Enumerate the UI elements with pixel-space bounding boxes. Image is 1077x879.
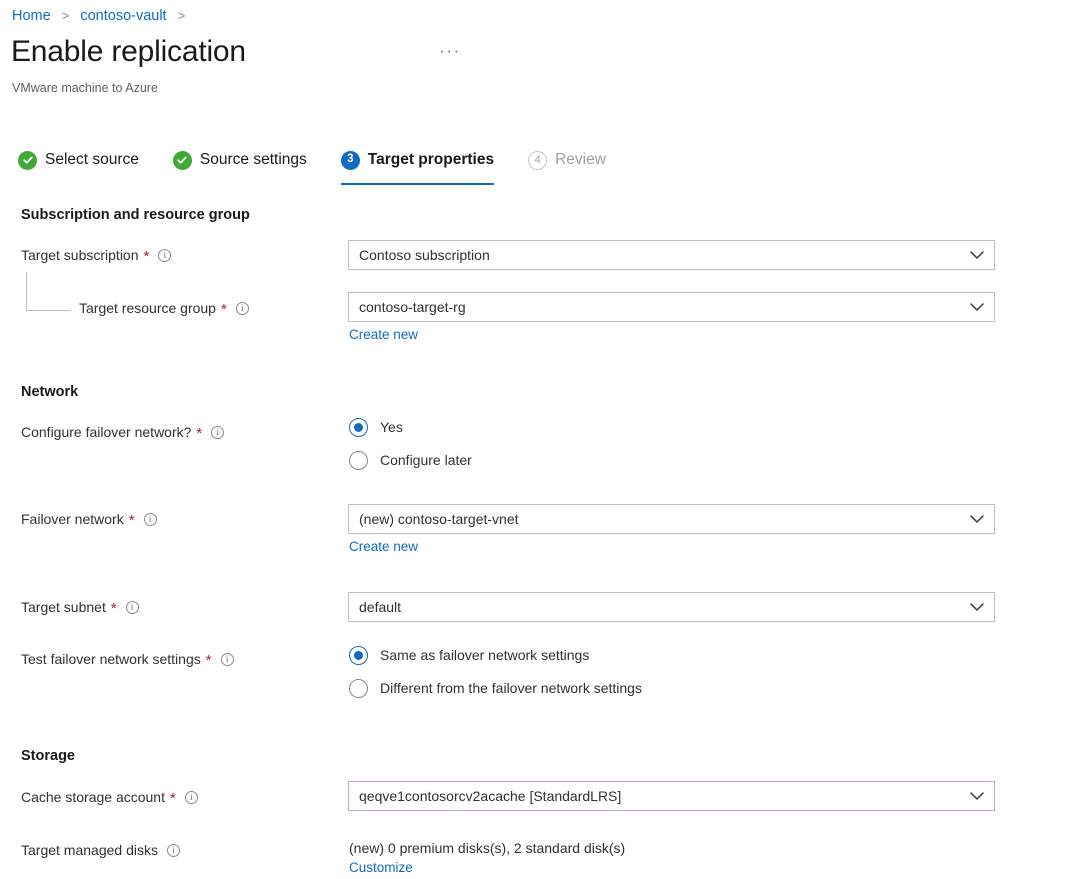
section-heading-network: Network	[21, 382, 78, 402]
radio-configure-failover-network-later[interactable]: Configure later	[349, 450, 472, 470]
radio-indicator-selected	[349, 646, 368, 665]
info-icon[interactable]	[221, 653, 234, 666]
radio-label: Yes	[380, 417, 403, 437]
required-asterisk: *	[144, 251, 150, 263]
radio-indicator-selected	[349, 418, 368, 437]
wizard-step-label: Review	[555, 150, 606, 170]
target-managed-disks-value: (new) 0 premium disks(s), 2 standard dis…	[349, 838, 625, 858]
cache-storage-account-value: qeqve1contosorcv2acache [StandardLRS]	[349, 786, 960, 806]
info-icon[interactable]	[158, 249, 171, 262]
required-asterisk: *	[196, 428, 202, 440]
label-cache-storage-account: Cache storage account *	[21, 787, 198, 807]
label-text: Target managed disks	[21, 840, 158, 860]
label-target-resource-group: Target resource group *	[79, 298, 249, 318]
wizard-step-label: Source settings	[200, 150, 307, 170]
info-icon[interactable]	[236, 302, 249, 315]
label-test-failover-network-settings: Test failover network settings *	[21, 649, 234, 669]
target-resource-group-dropdown[interactable]: contoso-target-rg	[348, 292, 995, 322]
label-text: Target subnet	[21, 597, 106, 617]
target-subnet-dropdown[interactable]: default	[348, 592, 995, 622]
page-subtitle: VMware machine to Azure	[12, 80, 158, 97]
radio-test-failover-different[interactable]: Different from the failover network sett…	[349, 678, 642, 698]
cache-storage-account-dropdown[interactable]: qeqve1contosorcv2acache [StandardLRS]	[348, 781, 995, 811]
breadcrumb-separator-icon: >	[62, 8, 70, 23]
required-asterisk: *	[170, 793, 176, 805]
customize-managed-disks-link[interactable]: Customize	[349, 859, 413, 877]
chevron-down-icon	[960, 251, 994, 260]
radio-label: Same as failover network settings	[380, 645, 589, 665]
breadcrumb-item-home[interactable]: Home	[12, 8, 51, 24]
step-number-badge: 4	[528, 151, 547, 170]
radio-label: Configure later	[380, 450, 472, 470]
label-target-managed-disks: Target managed disks	[21, 840, 180, 860]
wizard-step-select-source[interactable]: Select source	[18, 146, 139, 174]
target-subscription-value: Contoso subscription	[349, 245, 960, 265]
label-text: Failover network	[21, 509, 124, 529]
radio-label: Different from the failover network sett…	[380, 678, 642, 698]
breadcrumb: Home > contoso-vault >	[12, 6, 192, 26]
radio-configure-failover-network-yes[interactable]: Yes	[349, 417, 403, 437]
section-heading-subscription: Subscription and resource group	[21, 205, 250, 225]
info-icon[interactable]	[211, 426, 224, 439]
chevron-down-icon	[960, 515, 994, 524]
label-text: Target resource group	[79, 298, 216, 318]
chevron-down-icon	[960, 303, 994, 312]
breadcrumb-separator-icon-2: >	[178, 8, 186, 23]
label-target-subnet: Target subnet *	[21, 597, 139, 617]
tree-connector	[26, 272, 71, 311]
create-new-failover-network-link[interactable]: Create new	[349, 538, 418, 556]
label-text: Cache storage account	[21, 787, 165, 807]
target-subscription-dropdown[interactable]: Contoso subscription	[348, 240, 995, 270]
check-circle-icon	[18, 151, 37, 170]
check-circle-icon	[173, 151, 192, 170]
label-target-subscription: Target subscription *	[21, 245, 171, 265]
chevron-down-icon	[960, 603, 994, 612]
radio-indicator-unselected	[349, 679, 368, 698]
more-options-icon[interactable]: ···	[437, 45, 463, 69]
label-failover-network: Failover network *	[21, 509, 157, 529]
info-icon[interactable]	[126, 601, 139, 614]
failover-network-dropdown[interactable]: (new) contoso-target-vnet	[348, 504, 995, 534]
wizard-step-label: Select source	[45, 150, 139, 170]
section-heading-storage: Storage	[21, 746, 75, 766]
page-title: Enable replication	[11, 33, 246, 71]
wizard-step-label: Target properties	[368, 150, 494, 170]
radio-test-failover-same[interactable]: Same as failover network settings	[349, 645, 589, 665]
wizard-steps: Select source Source settings 3 Target p…	[18, 146, 606, 186]
target-resource-group-value: contoso-target-rg	[349, 297, 960, 317]
info-icon[interactable]	[167, 844, 180, 857]
breadcrumb-item-contoso-vault[interactable]: contoso-vault	[80, 8, 166, 24]
active-step-underline	[341, 183, 494, 186]
required-asterisk: *	[206, 655, 212, 667]
wizard-step-review[interactable]: 4 Review	[528, 146, 606, 174]
wizard-step-source-settings[interactable]: Source settings	[173, 146, 307, 174]
label-text: Target subscription	[21, 245, 139, 265]
failover-network-value: (new) contoso-target-vnet	[349, 509, 960, 529]
wizard-step-target-properties[interactable]: 3 Target properties	[341, 146, 494, 174]
label-text: Test failover network settings	[21, 649, 201, 669]
target-subnet-value: default	[349, 597, 960, 617]
radio-indicator-unselected	[349, 451, 368, 470]
required-asterisk: *	[111, 603, 117, 615]
chevron-down-icon	[960, 792, 994, 801]
required-asterisk: *	[221, 304, 227, 316]
info-icon[interactable]	[144, 513, 157, 526]
label-text: Configure failover network?	[21, 422, 191, 442]
info-icon[interactable]	[185, 791, 198, 804]
step-number-badge: 3	[341, 151, 360, 170]
label-configure-failover-network: Configure failover network? *	[21, 422, 224, 442]
required-asterisk: *	[129, 515, 135, 527]
create-new-resource-group-link[interactable]: Create new	[349, 326, 418, 344]
